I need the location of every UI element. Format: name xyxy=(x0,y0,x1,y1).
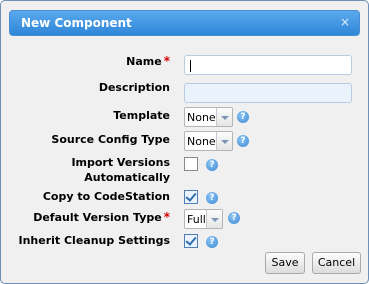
name-input[interactable] xyxy=(184,55,352,75)
copy-to-codestation-checkbox[interactable] xyxy=(184,190,198,204)
template-label: Template xyxy=(113,109,170,122)
help-icon[interactable]: ? xyxy=(237,111,249,123)
source-config-type-label: Source Config Type xyxy=(51,133,170,146)
new-component-dialog: New Component × Name * Description Templa… xyxy=(0,0,369,284)
chevron-down-icon[interactable] xyxy=(216,108,232,126)
import-versions-checkbox[interactable] xyxy=(184,157,198,171)
chevron-down-icon[interactable] xyxy=(216,132,232,150)
source-config-type-select[interactable]: None xyxy=(184,131,233,151)
default-version-type-select[interactable]: Full xyxy=(184,209,223,229)
cancel-button[interactable]: Cancel xyxy=(312,252,361,274)
description-label: Description xyxy=(98,81,170,94)
default-version-type-selected-value: Full xyxy=(187,213,206,226)
inherit-cleanup-settings-checkbox[interactable] xyxy=(184,234,198,248)
help-icon[interactable]: ? xyxy=(206,192,218,204)
copy-to-codestation-label: Copy to CodeStation xyxy=(42,190,170,203)
description-input[interactable] xyxy=(184,83,352,103)
help-icon[interactable]: ? xyxy=(237,135,249,147)
dialog-title: New Component xyxy=(21,16,132,30)
name-label: Name * xyxy=(126,54,170,68)
required-asterisk: * xyxy=(163,54,170,68)
help-icon[interactable]: ? xyxy=(206,236,218,248)
import-versions-label: Import Versions Automatically xyxy=(71,156,170,184)
save-button[interactable]: Save xyxy=(265,252,305,274)
dialog-title-bar[interactable]: New Component × xyxy=(9,10,360,36)
default-version-type-label: Default Version Type * xyxy=(33,210,170,224)
required-asterisk: * xyxy=(163,210,170,224)
text-cursor xyxy=(190,60,191,72)
help-icon[interactable]: ? xyxy=(206,159,218,171)
chevron-down-icon[interactable] xyxy=(206,210,222,228)
inherit-cleanup-settings-label: Inherit Cleanup Settings xyxy=(18,234,170,247)
template-select[interactable]: None xyxy=(184,107,233,127)
close-icon[interactable]: × xyxy=(338,14,352,30)
source-config-type-selected-value: None xyxy=(187,135,216,148)
help-icon[interactable]: ? xyxy=(228,212,240,224)
template-selected-value: None xyxy=(187,111,216,124)
